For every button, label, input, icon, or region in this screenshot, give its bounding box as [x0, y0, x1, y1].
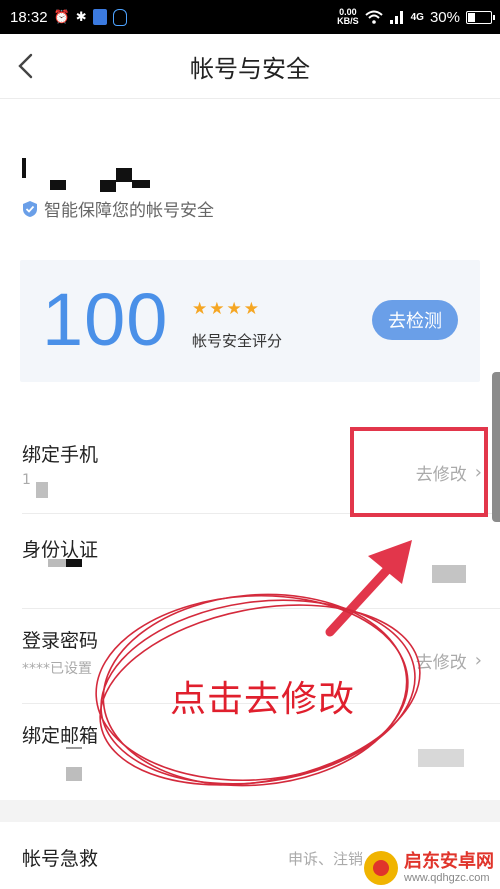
redacted-status [418, 749, 464, 767]
tagline-text: 智能保障您的帐号安全 [44, 201, 214, 221]
chevron-right-icon: › [474, 650, 482, 671]
watermark-url: www.qdhgzc.com [404, 872, 490, 884]
star-rating: ★ ★ ★ ★ [192, 300, 259, 318]
redacted-identity [48, 559, 66, 567]
network-type: 4G [410, 11, 424, 23]
score-label: 帐号安全评分 [192, 332, 283, 350]
item-label: 绑定邮箱 [22, 725, 99, 747]
item-label: 帐号急救 [22, 848, 99, 870]
status-bar: 18:32 ⏰ ✱ 0.00 KB/S 4G 30% [0, 0, 500, 34]
redacted-email [66, 747, 82, 749]
status-left: 18:32 ⏰ ✱ [0, 8, 127, 26]
check-button[interactable]: 去检测 [372, 300, 458, 340]
signal-icon [389, 11, 403, 24]
watermark-logo-icon [364, 851, 398, 885]
net-speed: 0.00 KB/S [337, 7, 359, 26]
security-score-card: 100 ★ ★ ★ ★ 帐号安全评分 去检测 [20, 260, 480, 382]
scroll-handle[interactable] [492, 372, 500, 522]
shield-app-icon [92, 9, 107, 25]
profile-section: 智能保障您的帐号安全 [22, 150, 482, 230]
list-item-identity[interactable]: 身份认证 [0, 515, 500, 609]
item-label: 身份认证 [22, 539, 99, 561]
redacted-username [22, 150, 172, 194]
watermark: 启东安卓网 www.qdhgzc.com [364, 851, 494, 885]
chevron-left-icon[interactable] [14, 52, 40, 80]
clock: 18:32 [10, 8, 48, 26]
battery-icon [466, 10, 495, 24]
highlight-box [350, 427, 488, 517]
status-right: 0.00 KB/S 4G 30% [337, 8, 500, 26]
item-label: 绑定手机 [22, 444, 99, 466]
star-icon: ★ [226, 299, 242, 319]
alarm-icon: ⏰ [53, 9, 70, 24]
star-icon: ★ [192, 299, 208, 319]
modify-password-link[interactable]: 去修改 › [416, 648, 482, 673]
qq-icon [112, 8, 127, 26]
wifi-icon [364, 10, 383, 24]
item-value: ****已设置 [22, 661, 92, 677]
redacted-email [66, 767, 82, 781]
section-divider [0, 800, 500, 822]
security-score: 100 [42, 278, 169, 361]
star-icon: ★ [243, 299, 259, 319]
redacted-status [432, 565, 466, 583]
watermark-name: 启东安卓网 [404, 851, 494, 872]
nav-bar: 帐号与安全 [0, 34, 500, 99]
item-value: 1 [22, 472, 31, 488]
redacted-phone [36, 482, 48, 498]
star-icon: ★ [209, 299, 225, 319]
battery-percent: 30% [429, 8, 460, 26]
page-title: 帐号与安全 [190, 54, 310, 83]
annotation-text: 点击去修改 [170, 679, 356, 720]
redacted-identity [66, 559, 82, 567]
item-action: 申诉、注销 [288, 850, 364, 868]
security-tagline: 智能保障您的帐号安全 [22, 196, 214, 221]
shield-check-icon [23, 200, 37, 217]
item-label: 登录密码 [22, 630, 99, 652]
bluetooth-icon: ✱ [75, 9, 87, 24]
divider [22, 608, 500, 609]
